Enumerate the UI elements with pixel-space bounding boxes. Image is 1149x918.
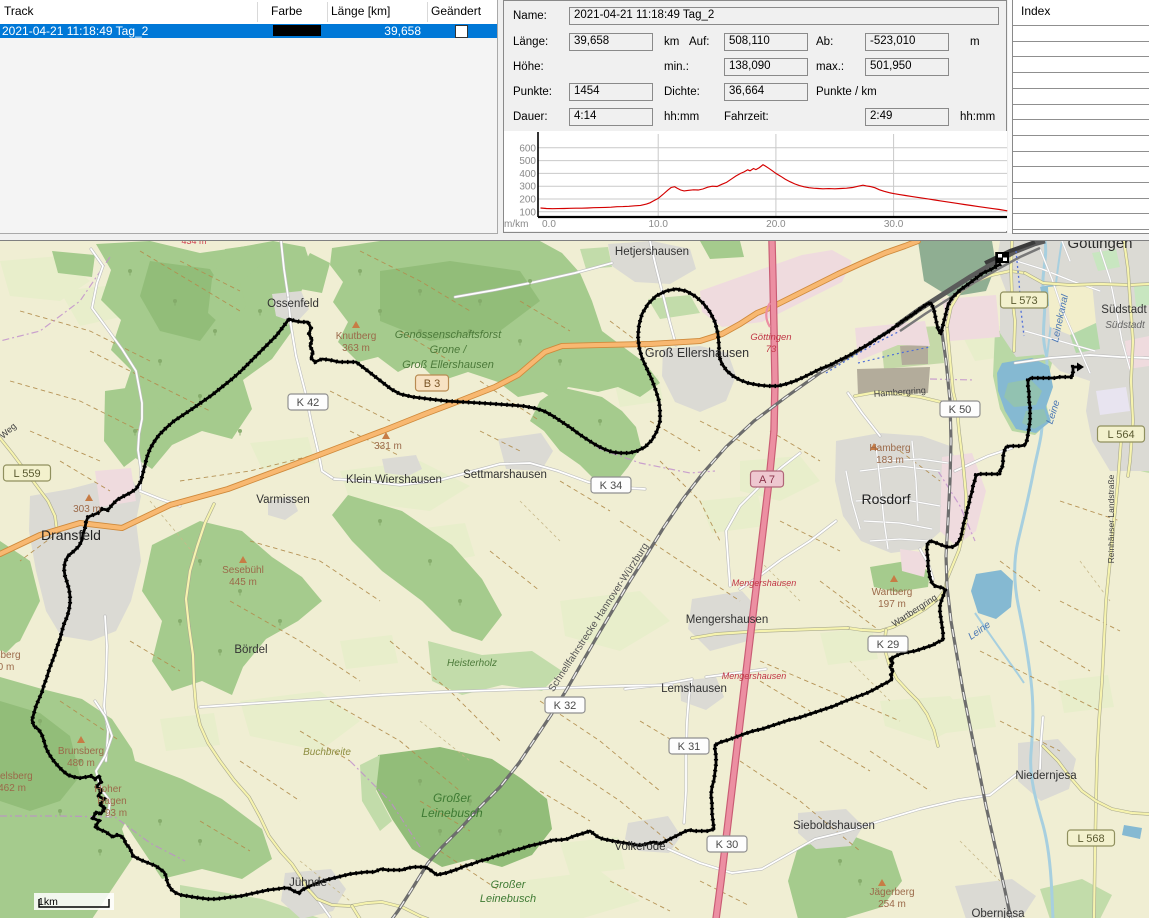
svg-text:Buchbreite: Buchbreite xyxy=(303,747,351,758)
svg-text:Heisterholz: Heisterholz xyxy=(447,658,497,669)
svg-text:L 573: L 573 xyxy=(1010,295,1037,307)
svg-text:20.0: 20.0 xyxy=(766,219,786,230)
svg-text:183 m: 183 m xyxy=(876,455,904,466)
svg-text:Hetjershausen: Hetjershausen xyxy=(615,246,689,258)
svg-text:Reinhäuser Landstraße: Reinhäuser Landstraße xyxy=(1106,474,1116,563)
svg-text:Mengershausen: Mengershausen xyxy=(722,671,787,681)
svg-text:K 31: K 31 xyxy=(678,741,701,753)
svg-text:Groß Ellershausen: Groß Ellershausen xyxy=(402,359,494,371)
svg-text:Sieboldshausen: Sieboldshausen xyxy=(793,820,875,832)
svg-text:Südstadt: Südstadt xyxy=(1105,320,1146,331)
svg-text:Settmarshausen: Settmarshausen xyxy=(463,469,547,481)
svg-text:Dransfeld: Dransfeld xyxy=(41,527,101,543)
svg-text:Leinebusch: Leinebusch xyxy=(421,806,483,820)
svg-text:331 m: 331 m xyxy=(374,441,402,452)
svg-text:Grone /: Grone / xyxy=(430,344,468,356)
svg-text:93 m: 93 m xyxy=(105,808,127,819)
svg-text:Sesebühl: Sesebühl xyxy=(222,565,264,576)
svg-text:0.0: 0.0 xyxy=(542,219,556,230)
svg-text:300: 300 xyxy=(519,182,536,193)
svg-text:Genossenschaftsforst: Genossenschaftsforst xyxy=(395,329,502,341)
svg-text:L 559: L 559 xyxy=(13,468,40,480)
svg-text:600: 600 xyxy=(519,143,536,154)
svg-text:363 m: 363 m xyxy=(342,343,370,354)
svg-text:K 50: K 50 xyxy=(949,404,972,416)
svg-text:Groß Ellershausen: Groß Ellershausen xyxy=(645,346,749,360)
svg-text:73: 73 xyxy=(766,344,777,355)
svg-text:Hagen: Hagen xyxy=(97,796,126,807)
svg-text:K 34: K 34 xyxy=(600,480,623,492)
svg-text:Hoher: Hoher xyxy=(94,784,122,795)
svg-text:100: 100 xyxy=(519,207,536,218)
svg-text:Brunsberg: Brunsberg xyxy=(58,746,104,757)
svg-text:Göttingen: Göttingen xyxy=(750,332,791,343)
svg-text:K 42: K 42 xyxy=(297,397,320,409)
svg-text:m/km: m/km xyxy=(504,219,528,230)
svg-text:Göttingen: Göttingen xyxy=(1067,241,1132,252)
svg-text:197 m: 197 m xyxy=(878,599,906,610)
svg-text:K 29: K 29 xyxy=(877,639,900,651)
svg-text:L 564: L 564 xyxy=(1107,429,1134,441)
svg-text:434 m: 434 m xyxy=(181,241,206,246)
svg-text:engelsberg: engelsberg xyxy=(0,771,33,782)
svg-text:Leinebusch: Leinebusch xyxy=(480,893,536,905)
svg-text:Großer: Großer xyxy=(433,791,472,805)
svg-text:Jühnde: Jühnde xyxy=(289,877,327,889)
svg-text:30.0: 30.0 xyxy=(884,219,904,230)
svg-text:Obernjesa: Obernjesa xyxy=(971,908,1025,918)
svg-text:500: 500 xyxy=(519,156,536,167)
svg-text:Volkerode: Volkerode xyxy=(614,841,665,853)
svg-text:A 7: A 7 xyxy=(759,474,775,486)
svg-text:445 m: 445 m xyxy=(229,577,257,588)
svg-text:Rosdorf: Rosdorf xyxy=(861,491,910,507)
svg-text:200: 200 xyxy=(519,195,536,206)
svg-text:480 m: 480 m xyxy=(67,758,95,769)
svg-text:10.0: 10.0 xyxy=(648,219,668,230)
svg-text:sberg: sberg xyxy=(0,650,21,661)
svg-text:K 30: K 30 xyxy=(716,839,739,851)
svg-text:Wartberg: Wartberg xyxy=(872,587,913,598)
svg-text:462 m: 462 m xyxy=(0,783,26,794)
svg-text:1km: 1km xyxy=(38,896,58,908)
svg-text:Mengershausen: Mengershausen xyxy=(732,578,797,588)
svg-text:Knutberg: Knutberg xyxy=(336,331,377,342)
svg-text:K 32: K 32 xyxy=(554,700,577,712)
svg-text:Jägerberg: Jägerberg xyxy=(869,887,914,898)
svg-text:254 m: 254 m xyxy=(878,899,906,910)
svg-text:400: 400 xyxy=(519,169,536,180)
svg-text:Großer: Großer xyxy=(491,879,527,891)
svg-text:Klein Wiershausen: Klein Wiershausen xyxy=(346,474,442,486)
svg-text:Lemshausen: Lemshausen xyxy=(661,683,727,695)
svg-text:303 m: 303 m xyxy=(73,504,101,515)
svg-text:Hamberg: Hamberg xyxy=(869,443,910,454)
svg-text:Mengershausen: Mengershausen xyxy=(686,614,768,626)
svg-text:L 568: L 568 xyxy=(1077,833,1104,845)
svg-text:Ossenfeld: Ossenfeld xyxy=(267,298,319,310)
svg-text:Südstadt: Südstadt xyxy=(1101,304,1147,316)
svg-text:Varmissen: Varmissen xyxy=(256,494,309,506)
svg-text:Niedernjesa: Niedernjesa xyxy=(1015,770,1077,782)
svg-text:Bördel: Bördel xyxy=(234,644,267,656)
svg-text:B 3: B 3 xyxy=(424,378,441,390)
svg-text:0 m: 0 m xyxy=(0,662,14,673)
